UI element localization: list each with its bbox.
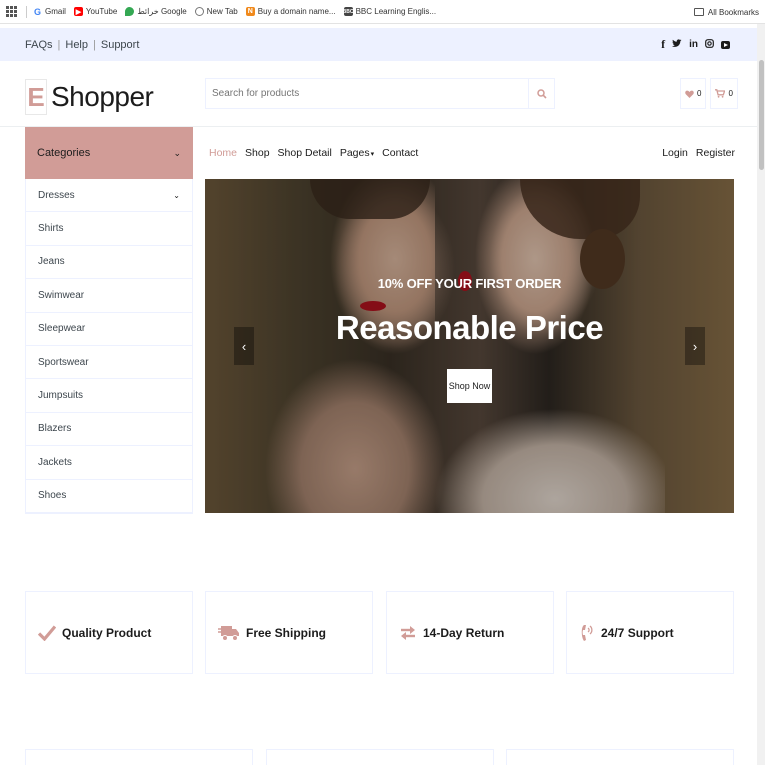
nav-contact[interactable]: Contact xyxy=(382,147,418,159)
bookmark-bbc[interactable]: BBC BBC Learning Englis... xyxy=(342,7,436,16)
bookmarks-bar: G Gmail ▶ YouTube خرائط Google New Tab N Bu… xyxy=(0,0,765,24)
youtube-icon: ▶ xyxy=(73,7,83,16)
phone-volume-icon xyxy=(579,622,595,644)
nav-home[interactable]: Home xyxy=(209,147,237,159)
linkedin-icon[interactable]: in xyxy=(689,39,698,50)
nav-shop[interactable]: Shop xyxy=(245,147,270,159)
carousel-next-button[interactable]: › xyxy=(685,327,705,365)
all-bookmarks-button[interactable]: All Bookmarks xyxy=(693,0,759,24)
help-link[interactable]: Help xyxy=(65,39,88,51)
search-button[interactable] xyxy=(528,79,554,108)
social-links: f in xyxy=(661,37,732,52)
scrollbar-thumb[interactable] xyxy=(759,60,764,170)
folder-icon xyxy=(693,8,704,16)
bookmark-domain[interactable]: N Buy a domain name... xyxy=(245,7,336,16)
categories-title: Categories xyxy=(37,147,91,159)
chevron-left-icon: ‹ xyxy=(241,338,247,354)
hero-title: Reasonable Price xyxy=(335,309,604,346)
cart-icon xyxy=(715,89,726,98)
logo-text: Shopper xyxy=(51,81,154,112)
category-item-sportswear[interactable]: Sportswear xyxy=(26,346,192,380)
apps-grid-icon[interactable] xyxy=(6,5,18,18)
shop-now-button[interactable]: Shop Now xyxy=(447,369,492,403)
chevron-down-icon: ⌄ xyxy=(173,147,181,158)
bookmark-youtube[interactable]: ▶ YouTube xyxy=(73,7,117,16)
instagram-icon[interactable] xyxy=(705,38,714,51)
category-item-shoes[interactable]: Shoes xyxy=(26,480,192,513)
facebook-icon[interactable]: f xyxy=(661,37,665,52)
wishlist-count: 0 xyxy=(697,89,702,98)
topbar-divider: | xyxy=(93,38,96,51)
feature-24-7-support: 24/7 Support xyxy=(566,591,734,674)
youtube-icon[interactable] xyxy=(721,40,730,49)
wishlist-button[interactable]: 0 xyxy=(680,78,707,109)
nav-shop-detail[interactable]: Shop Detail xyxy=(278,147,332,159)
nav-pages[interactable]: Pages▾ xyxy=(340,147,374,159)
category-item-jumpsuits[interactable]: Jumpsuits xyxy=(26,379,192,413)
exchange-icon xyxy=(399,624,417,642)
hero-carousel: 10% OFF YOUR FIRST ORDER Reasonable Pric… xyxy=(205,179,734,513)
feature-free-shipping: Free Shipping xyxy=(205,591,373,674)
hero-subtitle: 10% OFF YOUR FIRST ORDER xyxy=(377,276,562,291)
check-icon xyxy=(38,624,56,641)
register-link[interactable]: Register xyxy=(696,147,735,159)
category-item-blazers[interactable]: Blazers xyxy=(26,413,192,447)
caret-down-icon: ▾ xyxy=(370,151,375,158)
heart-icon xyxy=(685,90,694,98)
support-link[interactable]: Support xyxy=(101,39,140,51)
topbar-divider: | xyxy=(57,38,61,51)
search-icon xyxy=(536,88,547,99)
topbar-links: FAQs | Help | Support xyxy=(25,39,139,51)
category-item-dresses[interactable]: Dresses ⌄ xyxy=(26,179,192,213)
hero-caption: 10% OFF YOUR FIRST ORDER Reasonable Pric… xyxy=(205,179,734,513)
shipping-fast-icon xyxy=(218,623,240,643)
search-form xyxy=(205,78,555,109)
twitter-icon[interactable] xyxy=(672,38,682,51)
login-link[interactable]: Login xyxy=(662,147,688,159)
categories-list: Dresses ⌄ Shirts Jeans Swimwear Sleepwear… xyxy=(25,179,193,514)
feature-quality-product: Quality Product xyxy=(25,591,193,674)
cart-count: 0 xyxy=(728,89,733,98)
search-input[interactable] xyxy=(206,79,528,108)
feature-14-day-return: 14-Day Return xyxy=(386,591,554,674)
logo-letter: E xyxy=(25,79,47,115)
bookmark-maps[interactable]: خرائط Google xyxy=(125,7,187,16)
site-logo[interactable]: E Shopper xyxy=(25,79,154,115)
chevron-down-icon: ⌄ xyxy=(173,190,180,200)
category-item-jeans[interactable]: Jeans xyxy=(26,246,192,280)
topbar: FAQs | Help | Support f in xyxy=(0,28,757,61)
site-header: E Shopper 0 0 xyxy=(0,61,757,127)
cart-button[interactable]: 0 xyxy=(710,78,738,109)
bookmark-gmail[interactable]: G Gmail xyxy=(33,6,66,17)
promo-box xyxy=(25,749,253,765)
globe-icon xyxy=(194,7,204,16)
header-buttons: 0 0 xyxy=(680,78,738,109)
chevron-right-icon: › xyxy=(692,338,698,354)
faqs-link[interactable]: FAQs xyxy=(25,39,53,51)
domain-icon: N xyxy=(245,7,255,16)
auth-links: Login Register xyxy=(654,147,735,159)
bookmark-new-tab[interactable]: New Tab xyxy=(194,7,238,16)
promo-box xyxy=(506,749,734,765)
main-nav: Home Shop Shop Detail Pages▾ Contact Log… xyxy=(205,127,735,179)
categories-toggle[interactable]: Categories ⌄ xyxy=(25,127,193,179)
promo-box xyxy=(266,749,494,765)
bookmarks-divider xyxy=(26,5,27,18)
bbc-icon: BBC xyxy=(342,7,354,16)
category-item-jackets[interactable]: Jackets xyxy=(26,446,192,480)
maps-icon xyxy=(125,7,135,16)
category-item-sleepwear[interactable]: Sleepwear xyxy=(26,313,192,346)
page-scrollbar[interactable] xyxy=(757,24,765,765)
google-icon: G xyxy=(33,6,41,17)
category-item-shirts[interactable]: Shirts xyxy=(26,212,192,246)
carousel-prev-button[interactable]: ‹ xyxy=(234,327,254,365)
category-item-swimwear[interactable]: Swimwear xyxy=(26,279,192,313)
